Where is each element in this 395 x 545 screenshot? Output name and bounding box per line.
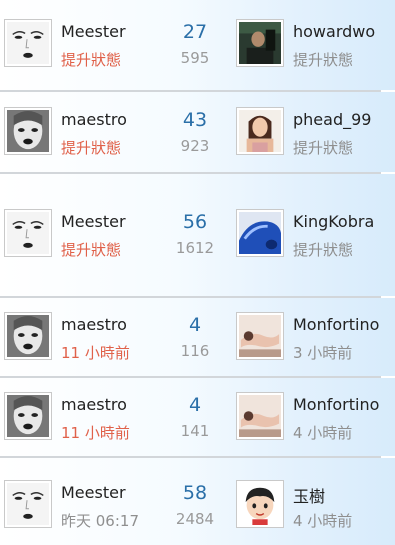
- right-user-name[interactable]: Monfortino: [293, 395, 379, 414]
- left-user-status[interactable]: 提升狀態: [61, 137, 121, 158]
- right-user-status[interactable]: 提升狀態: [293, 49, 353, 70]
- left-user-status[interactable]: 提升狀態: [61, 49, 121, 70]
- left-user-name[interactable]: Meester: [61, 22, 126, 41]
- match-total: 116: [180, 342, 210, 360]
- match-total: 595: [180, 49, 210, 67]
- left-user-name[interactable]: maestro: [61, 395, 127, 414]
- matchup-row: Meester 提升狀態 56 1612 KingKobra 提升狀態: [0, 174, 395, 296]
- left-user-name[interactable]: Meester: [61, 212, 126, 231]
- left-user-name[interactable]: maestro: [61, 315, 127, 334]
- matchup-row: maestro 11 小時前 4 116 Monfortino 3 小時前: [0, 298, 395, 376]
- blue-car-avatar[interactable]: [236, 209, 284, 257]
- left-user-name[interactable]: maestro: [61, 110, 127, 129]
- right-user-name[interactable]: 玉樹: [293, 483, 325, 507]
- match-count: 4: [188, 394, 202, 416]
- right-user-name[interactable]: KingKobra: [293, 212, 374, 231]
- dark-photo-avatar[interactable]: [236, 19, 284, 67]
- face-sketch-avatar[interactable]: [4, 480, 52, 528]
- match-count: 4: [188, 314, 202, 336]
- right-user-name[interactable]: phead_99: [293, 110, 371, 129]
- right-user-status[interactable]: 4 小時前: [293, 510, 352, 531]
- bw-portrait-avatar[interactable]: [4, 107, 52, 155]
- match-total: 1612: [175, 239, 215, 257]
- left-user-status[interactable]: 提升狀態: [61, 239, 121, 260]
- left-user-name[interactable]: Meester: [61, 483, 126, 502]
- match-total: 2484: [175, 510, 215, 528]
- left-user-status[interactable]: 11 小時前: [61, 342, 130, 363]
- right-user-status[interactable]: 3 小時前: [293, 342, 352, 363]
- right-user-status[interactable]: 提升狀態: [293, 239, 353, 260]
- left-user-status[interactable]: 昨天 06:17: [61, 510, 139, 531]
- right-user-name[interactable]: Monfortino: [293, 315, 379, 334]
- cartoon-boy-avatar[interactable]: [236, 480, 284, 528]
- right-user-name[interactable]: howardwo: [293, 22, 375, 41]
- left-user-status[interactable]: 11 小時前: [61, 422, 130, 443]
- bw-portrait-avatar[interactable]: [4, 392, 52, 440]
- reclining-figure-avatar[interactable]: [236, 392, 284, 440]
- matchup-row: Meester 提升狀態 27 595 howardwo 提升狀態: [0, 0, 395, 90]
- match-count: 43: [182, 109, 208, 131]
- matchup-row: maestro 11 小時前 4 141 Monfortino 4 小時前: [0, 378, 395, 456]
- right-user-status[interactable]: 4 小時前: [293, 422, 352, 443]
- matchup-row: maestro 提升狀態 43 923 phead_99 提升狀態: [0, 92, 395, 172]
- matchup-list: Meester 提升狀態 27 595 howardwo 提升狀態 maestr…: [0, 0, 395, 545]
- matchup-row: Meester 昨天 06:17 58 2484 玉樹 4 小時前: [0, 458, 395, 545]
- bw-portrait-avatar[interactable]: [4, 312, 52, 360]
- match-count: 56: [182, 211, 208, 233]
- girl-photo-avatar[interactable]: [236, 107, 284, 155]
- match-count: 27: [182, 21, 208, 43]
- reclining-figure-avatar[interactable]: [236, 312, 284, 360]
- match-count: 58: [182, 482, 208, 504]
- match-total: 923: [180, 137, 210, 155]
- match-total: 141: [180, 422, 210, 440]
- right-user-status[interactable]: 提升狀態: [293, 137, 353, 158]
- face-sketch-avatar[interactable]: [4, 209, 52, 257]
- face-sketch-avatar[interactable]: [4, 19, 52, 67]
